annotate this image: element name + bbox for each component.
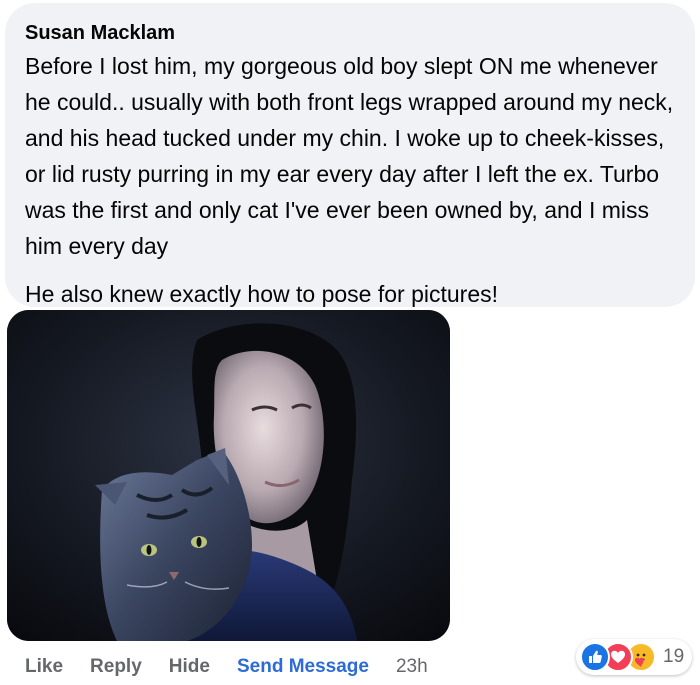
reactions-summary[interactable]: 19 (576, 639, 692, 675)
comment-bubble: Susan Macklam Before I lost him, my gorg… (5, 3, 695, 307)
send-message-button[interactable]: Send Message (237, 656, 369, 678)
cat-pupil (196, 537, 202, 547)
reaction-count: 19 (663, 646, 685, 667)
comment-card: Susan Macklam Before I lost him, my gorg… (0, 0, 700, 685)
comment-actions: Like Reply Hide Send Message 23h (25, 654, 428, 680)
comment-text-paragraph: He also knew exactly how to pose for pic… (25, 281, 499, 307)
cat-pupil (146, 545, 152, 555)
comment-text-paragraph: Before I lost him, my gorgeous old boy s… (25, 53, 674, 259)
comment-timestamp[interactable]: 23h (396, 656, 428, 678)
hide-button[interactable]: Hide (169, 656, 210, 678)
comment-photo[interactable] (7, 310, 450, 641)
comment-author[interactable]: Susan Macklam (25, 21, 675, 45)
like-icon (580, 642, 610, 672)
like-button[interactable]: Like (25, 656, 63, 678)
reply-button[interactable]: Reply (90, 656, 142, 678)
